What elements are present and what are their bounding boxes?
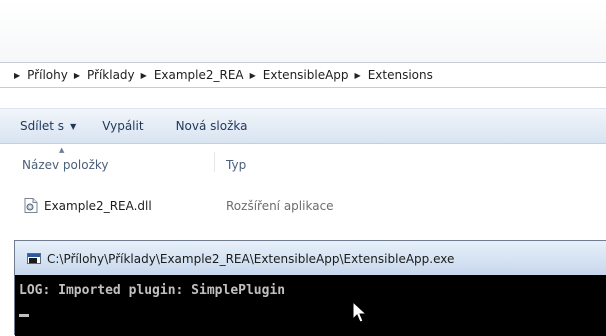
console-window[interactable]: C:\Přílohy\Příklady\Example2_REA\Extensi…	[14, 240, 606, 336]
column-header-name[interactable]: Název položky	[22, 158, 108, 172]
burn-label: Vypálit	[102, 119, 144, 133]
chevron-down-icon: ▼	[70, 121, 77, 131]
explorer-title-area	[0, 0, 606, 62]
dll-file-icon	[24, 198, 38, 213]
breadcrumb-item-prilohy[interactable]: Přílohy	[27, 68, 68, 82]
console-app-icon[interactable]	[27, 253, 41, 264]
column-divider[interactable]	[214, 152, 215, 172]
mouse-pointer-icon	[352, 301, 368, 323]
column-header-type[interactable]: Typ	[226, 158, 246, 172]
chevron-right-icon[interactable]: ▶	[14, 71, 20, 80]
file-list-item[interactable]: Example2_REA.dll Rozšíření aplikace	[14, 195, 394, 217]
file-type: Rozšíření aplikace	[226, 199, 334, 213]
breadcrumb-item-example2-rea[interactable]: Example2_REA	[154, 68, 244, 82]
breadcrumb-item-priklady[interactable]: Příklady	[87, 68, 135, 82]
breadcrumb-item-extensibleapp[interactable]: ExtensibleApp	[263, 68, 349, 82]
sort-ascending-icon: ▲	[59, 146, 65, 154]
chevron-right-icon[interactable]: ▶	[355, 71, 361, 80]
share-with-label: Sdílet s	[20, 119, 65, 133]
share-with-button[interactable]: Sdílet s ▼	[14, 114, 82, 138]
file-name: Example2_REA.dll	[44, 199, 152, 213]
text-cursor	[19, 314, 29, 317]
breadcrumb-item-extensions[interactable]: Extensions	[368, 68, 433, 82]
burn-button[interactable]: Vypálit	[96, 114, 149, 138]
command-bar: Sdílet s ▼ Vypálit Nová složka	[0, 108, 606, 144]
chevron-right-icon[interactable]: ▶	[250, 71, 256, 80]
new-folder-button[interactable]: Nová složka	[170, 114, 254, 138]
chevron-right-icon[interactable]: ▶	[141, 71, 147, 80]
new-folder-label: Nová složka	[175, 119, 248, 133]
column-header-row: ▲ Název položky Typ	[0, 146, 606, 176]
console-line: LOG: Imported plugin: SimplePlugin	[19, 283, 286, 298]
chevron-right-icon[interactable]: ▶	[74, 71, 80, 80]
console-output[interactable]: LOG: Imported plugin: SimplePlugin	[15, 275, 606, 336]
console-title-bar[interactable]: C:\Přílohy\Příklady\Example2_REA\Extensi…	[15, 241, 606, 275]
breadcrumb[interactable]: ▶ Přílohy ▶ Příklady ▶ Example2_REA ▶ Ex…	[0, 62, 606, 88]
console-title: C:\Přílohy\Příklady\Example2_REA\Extensi…	[47, 252, 455, 266]
